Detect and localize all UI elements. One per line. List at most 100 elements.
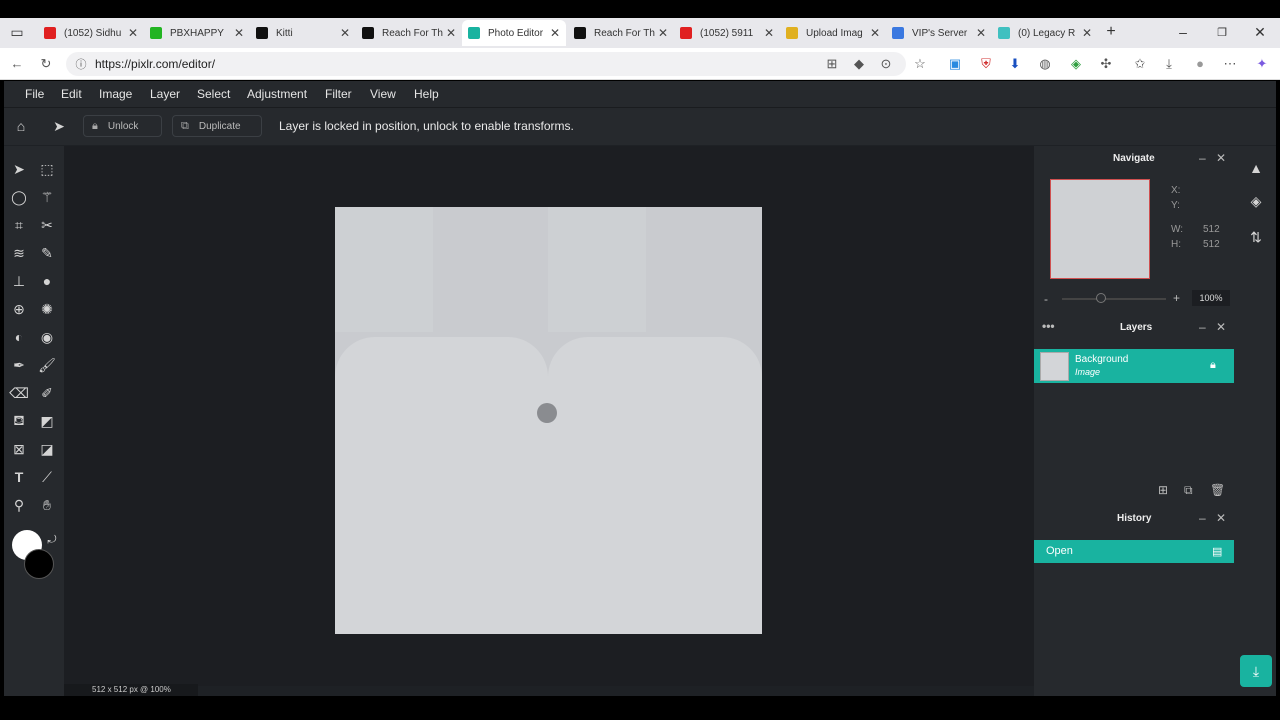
- extension-badge-icon[interactable]: ◈: [1067, 56, 1085, 72]
- downloads-icon[interactable]: ⤓: [1160, 56, 1178, 72]
- burn-icon[interactable]: ◉: [36, 326, 58, 348]
- back-icon[interactable]: ←: [8, 56, 26, 71]
- collapse-history-icon[interactable]: –: [1199, 511, 1206, 525]
- liquify-icon[interactable]: ≋: [8, 242, 30, 264]
- cutout-scissors-icon[interactable]: ✂: [36, 214, 58, 236]
- arrange-tool-icon[interactable]: ➤: [8, 158, 30, 180]
- close-tab-icon[interactable]: ✕: [658, 26, 668, 40]
- menu-help[interactable]: Help: [414, 87, 439, 101]
- browser-tab[interactable]: PBXHAPPY ✕: [150, 20, 244, 46]
- more-tools-icon[interactable]: ⊙: [877, 56, 895, 72]
- coupon-tag-icon[interactable]: ◆: [850, 56, 868, 72]
- download-extension-icon[interactable]: ⬇: [1006, 56, 1024, 72]
- background-color-swatch[interactable]: [24, 549, 54, 579]
- history-toggle-icon[interactable]: ⇅: [1245, 226, 1267, 248]
- zoom-slider-handle[interactable]: [1096, 293, 1106, 303]
- magic-wand-icon[interactable]: ⚚: [36, 186, 58, 208]
- favorite-star-icon[interactable]: ☆: [911, 56, 929, 72]
- export-button[interactable]: ⤓: [1240, 655, 1272, 687]
- close-tab-icon[interactable]: ✕: [764, 26, 774, 40]
- hand-pan-icon[interactable]: ✋︎: [36, 494, 58, 516]
- dodge-icon[interactable]: ◐: [8, 326, 30, 348]
- eyedropper-icon[interactable]: ⟋: [36, 466, 58, 488]
- close-history-icon[interactable]: ✕: [1216, 511, 1226, 525]
- navigate-thumbnail[interactable]: [1050, 179, 1150, 279]
- site-info-icon[interactable]: ⓘ: [72, 56, 90, 72]
- favorites-icon[interactable]: ✩: [1131, 56, 1149, 72]
- lasso-icon[interactable]: ◯: [8, 186, 30, 208]
- unlock-button[interactable]: 🔒︎ Unlock: [83, 115, 162, 137]
- close-tab-icon[interactable]: ✕: [976, 26, 986, 40]
- zoom-out-button[interactable]: -: [1044, 292, 1048, 306]
- menu-filter[interactable]: Filter: [325, 87, 352, 101]
- browser-tab[interactable]: Reach For Th ✕: [362, 20, 456, 46]
- extension-icon[interactable]: ◍: [1036, 56, 1054, 72]
- text-tool-icon[interactable]: T: [8, 466, 30, 488]
- layers-options-icon[interactable]: •••: [1042, 319, 1055, 333]
- gradient-icon[interactable]: ◩: [36, 410, 58, 432]
- duplicate-button[interactable]: ⧉ Duplicate: [172, 115, 262, 137]
- delete-layer-icon[interactable]: 🗑︎: [1210, 483, 1225, 497]
- close-tab-icon[interactable]: ✕: [870, 26, 880, 40]
- blur-drop-icon[interactable]: ●: [36, 270, 58, 292]
- close-layers-icon[interactable]: ✕: [1216, 320, 1226, 334]
- menu-image[interactable]: Image: [99, 87, 132, 101]
- duplicate-layer-icon[interactable]: ⧉: [1184, 483, 1193, 498]
- add-layer-icon[interactable]: ⊞: [1158, 483, 1168, 497]
- collapse-layers-icon[interactable]: –: [1199, 320, 1206, 334]
- browser-tab[interactable]: Reach For Th ✕: [574, 20, 668, 46]
- placeholder-icon[interactable]: ⊠: [8, 438, 30, 460]
- reload-icon[interactable]: ↻: [37, 56, 55, 72]
- zoom-in-button[interactable]: +: [1173, 291, 1180, 305]
- close-tab-icon[interactable]: ✕: [128, 26, 138, 40]
- menu-file[interactable]: File: [25, 87, 44, 101]
- close-tab-icon[interactable]: ✕: [234, 26, 244, 40]
- close-window-icon[interactable]: ✕: [1249, 21, 1271, 43]
- browser-tab[interactable]: VIP's Server ✕: [892, 20, 986, 46]
- browser-tab[interactable]: (1052) Sidhu ✕: [44, 20, 138, 46]
- layer-lock-icon[interactable]: 🔒︎: [1210, 359, 1216, 372]
- shape-icon[interactable]: ◪: [36, 438, 58, 460]
- sponge-icon[interactable]: ⊕: [8, 298, 30, 320]
- restore-window-icon[interactable]: ❐: [1211, 21, 1233, 43]
- close-tab-icon[interactable]: ✕: [340, 26, 350, 40]
- extension-shield-icon[interactable]: ⛨: [977, 56, 995, 72]
- menu-view[interactable]: View: [370, 87, 396, 101]
- extensions-puzzle-icon[interactable]: ✣: [1097, 56, 1115, 72]
- collapse-navigate-icon[interactable]: –: [1199, 151, 1206, 165]
- url-text[interactable]: https://pixlr.com/editor/: [95, 57, 215, 71]
- layers-toggle-icon[interactable]: ◈: [1245, 190, 1267, 212]
- new-tab-icon[interactable]: +: [1100, 21, 1122, 43]
- close-tab-icon[interactable]: ✕: [1082, 26, 1092, 40]
- browser-tab[interactable]: (0) Legacy R ✕: [998, 20, 1092, 46]
- close-tab-icon[interactable]: ✕: [446, 26, 456, 40]
- close-navigate-icon[interactable]: ✕: [1216, 151, 1226, 165]
- zoom-magnifier-icon[interactable]: ⚲: [8, 494, 30, 516]
- eraser-icon[interactable]: ⌫: [8, 382, 30, 404]
- menu-select[interactable]: Select: [197, 87, 230, 101]
- minimize-window-icon[interactable]: –: [1172, 21, 1194, 43]
- pen-icon[interactable]: ✒: [8, 354, 30, 376]
- home-icon[interactable]: ⌂: [10, 115, 32, 137]
- menu-adjustment[interactable]: Adjustment: [247, 87, 307, 101]
- copilot-icon[interactable]: ✦: [1253, 56, 1271, 72]
- heal-bandage-icon[interactable]: ✎: [36, 242, 58, 264]
- color-brush-icon[interactable]: ✐: [36, 382, 58, 404]
- crop-icon[interactable]: ⌗: [8, 214, 30, 236]
- zoom-level[interactable]: 100%: [1192, 290, 1230, 306]
- apps-icon[interactable]: ⊞: [823, 56, 841, 72]
- image-canvas[interactable]: [335, 207, 762, 634]
- marquee-select-icon[interactable]: ⬚: [36, 158, 58, 180]
- zoom-slider-track[interactable]: [1062, 298, 1166, 300]
- tab-actions-icon[interactable]: ▭: [6, 21, 28, 43]
- browser-tab[interactable]: Kitti ✕: [256, 20, 350, 46]
- navigate-toggle-icon[interactable]: ▲: [1245, 157, 1267, 179]
- profile-avatar-icon[interactable]: ●: [1191, 56, 1209, 71]
- fill-bucket-icon[interactable]: ⛾: [8, 410, 30, 432]
- color-replace-icon[interactable]: ✺: [36, 298, 58, 320]
- browser-tab-active[interactable]: Photo Editor ✕: [462, 20, 566, 46]
- close-tab-icon[interactable]: ✕: [550, 26, 560, 40]
- menu-layer[interactable]: Layer: [150, 87, 180, 101]
- arrange-tool-icon[interactable]: ➤: [48, 115, 70, 137]
- browser-tab[interactable]: Upload Imag ✕: [786, 20, 880, 46]
